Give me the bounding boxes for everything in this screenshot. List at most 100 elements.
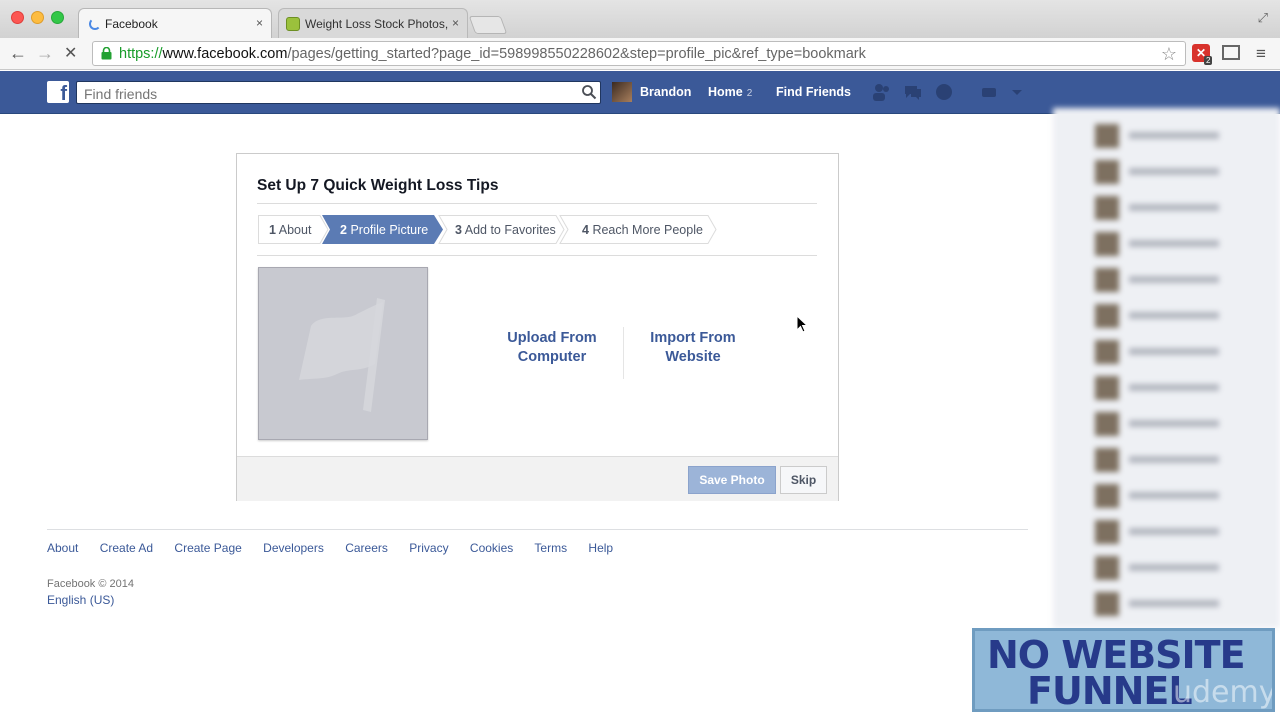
url-scheme: https:// [119, 46, 163, 62]
address-bar[interactable]: https://www.facebook.com/pages/getting_s… [92, 41, 1186, 66]
chat-contact[interactable] [1083, 590, 1263, 616]
contact-name [1129, 600, 1219, 607]
tab-facebook[interactable]: Facebook × [78, 8, 272, 38]
home-link[interactable]: Home 2 [708, 85, 752, 99]
search-icon[interactable] [581, 84, 597, 100]
star-icon[interactable]: ☆ [1161, 44, 1177, 65]
chat-contact[interactable] [1083, 482, 1263, 508]
privacy-shortcuts-icon[interactable] [980, 83, 1000, 101]
chat-contact[interactable] [1083, 266, 1263, 292]
cast-icon[interactable] [1222, 45, 1240, 60]
footer-link-create-ad[interactable]: Create Ad [100, 541, 153, 555]
step-profile-picture[interactable]: 2 Profile Picture [340, 215, 428, 244]
avatar [1095, 556, 1119, 580]
avatar [1095, 196, 1119, 220]
mouse-cursor-icon [796, 315, 808, 333]
lock-icon [101, 47, 112, 60]
avatar[interactable] [612, 82, 632, 102]
footer-divider [47, 529, 1028, 530]
tab-title: Facebook [105, 17, 158, 31]
footer-link-create-page[interactable]: Create Page [174, 541, 241, 555]
skip-button[interactable]: Skip [780, 466, 827, 494]
zoom-window-button[interactable] [51, 11, 64, 24]
contact-name [1129, 420, 1219, 427]
step-number: 1 [269, 223, 276, 237]
chat-contact[interactable] [1083, 194, 1263, 220]
chat-contact[interactable] [1083, 518, 1263, 544]
watermark-line-2: FUNNEL [1027, 669, 1193, 712]
profile-link[interactable]: Brandon [640, 85, 691, 99]
avatar [1095, 448, 1119, 472]
import-line-1: Import From [650, 330, 736, 346]
extension-badge: 2 [1204, 56, 1213, 65]
contact-name [1129, 564, 1219, 571]
forward-icon[interactable]: → [36, 43, 54, 64]
step-number: 2 [340, 223, 347, 237]
footer-link-cookies[interactable]: Cookies [470, 541, 513, 555]
avatar [1095, 484, 1119, 508]
loading-spinner-icon [89, 18, 101, 30]
contact-name [1129, 348, 1219, 355]
footer-link-help[interactable]: Help [588, 541, 613, 555]
tab-weight-loss-photos[interactable]: Weight Loss Stock Photos, × [278, 8, 468, 38]
new-tab-button[interactable] [468, 16, 508, 34]
chat-contact[interactable] [1083, 338, 1263, 364]
footer-link-about[interactable]: About [47, 541, 78, 555]
fullscreen-icon[interactable]: ⤢ [1258, 10, 1268, 26]
divider [257, 255, 817, 256]
messages-icon[interactable] [903, 83, 923, 101]
chat-contact[interactable] [1083, 374, 1263, 400]
upload-from-computer-link[interactable]: Upload From Computer [499, 329, 605, 367]
language-link[interactable]: English (US) [47, 593, 114, 607]
course-watermark: NO WEBSITE FUNNEL udemy [972, 628, 1275, 712]
find-friends-link[interactable]: Find Friends [776, 85, 851, 99]
close-window-button[interactable] [11, 11, 24, 24]
footer-link-careers[interactable]: Careers [345, 541, 388, 555]
footer-link-privacy[interactable]: Privacy [409, 541, 448, 555]
chat-contact[interactable] [1083, 554, 1263, 580]
chat-contact[interactable] [1083, 410, 1263, 436]
friend-requests-icon[interactable] [871, 83, 891, 101]
contact-name [1129, 528, 1219, 535]
chat-sidebar [1053, 108, 1280, 628]
import-from-website-link[interactable]: Import From Website [641, 329, 745, 367]
tab-close-icon[interactable]: × [452, 16, 459, 30]
chat-contact[interactable] [1083, 302, 1263, 328]
step-add-to-favorites[interactable]: 3 Add to Favorites [455, 215, 556, 244]
browser-tab-bar: Facebook × Weight Loss Stock Photos, × ⤢ [0, 0, 1280, 38]
menu-icon[interactable]: ≡ [1256, 44, 1266, 64]
footer-links: About Create Ad Create Page Developers C… [47, 541, 631, 555]
card-footer: Save Photo Skip [237, 456, 838, 501]
chevron-down-icon[interactable] [1010, 83, 1024, 101]
chat-contact[interactable] [1083, 230, 1263, 256]
page-setup-card: Set Up 7 Quick Weight Loss Tips 1 About … [236, 153, 839, 501]
import-line-2: Website [665, 349, 721, 365]
notifications-globe-icon[interactable] [934, 83, 954, 101]
step-label: Add to Favorites [464, 223, 556, 237]
footer-link-terms[interactable]: Terms [534, 541, 567, 555]
save-photo-button[interactable]: Save Photo [688, 466, 776, 494]
avatar [1095, 304, 1119, 328]
step-reach-more-people[interactable]: 4 Reach More People [582, 215, 703, 244]
tab-close-icon[interactable]: × [256, 16, 263, 30]
step-about[interactable]: 1 About [269, 215, 311, 244]
step-number: 3 [455, 223, 462, 237]
search-input[interactable] [76, 81, 601, 104]
avatar [1095, 340, 1119, 364]
chat-contact[interactable] [1083, 122, 1263, 148]
chat-contact[interactable] [1083, 446, 1263, 472]
facebook-logo-icon[interactable]: f [47, 81, 69, 103]
udemy-logo: udemy [1173, 675, 1275, 710]
back-icon[interactable]: ← [9, 43, 27, 64]
stop-icon[interactable]: ✕ [64, 43, 77, 63]
upload-line-2: Computer [517, 349, 587, 365]
chat-contact[interactable] [1083, 158, 1263, 184]
step-label: Reach More People [592, 223, 703, 237]
avatar [1095, 232, 1119, 256]
minimize-window-button[interactable] [31, 11, 44, 24]
contact-name [1129, 240, 1219, 247]
home-count-badge: 2 [746, 88, 753, 99]
avatar [1095, 160, 1119, 184]
browser-toolbar: ← → ✕ https://www.facebook.com/pages/get… [0, 38, 1280, 70]
footer-link-developers[interactable]: Developers [263, 541, 324, 555]
